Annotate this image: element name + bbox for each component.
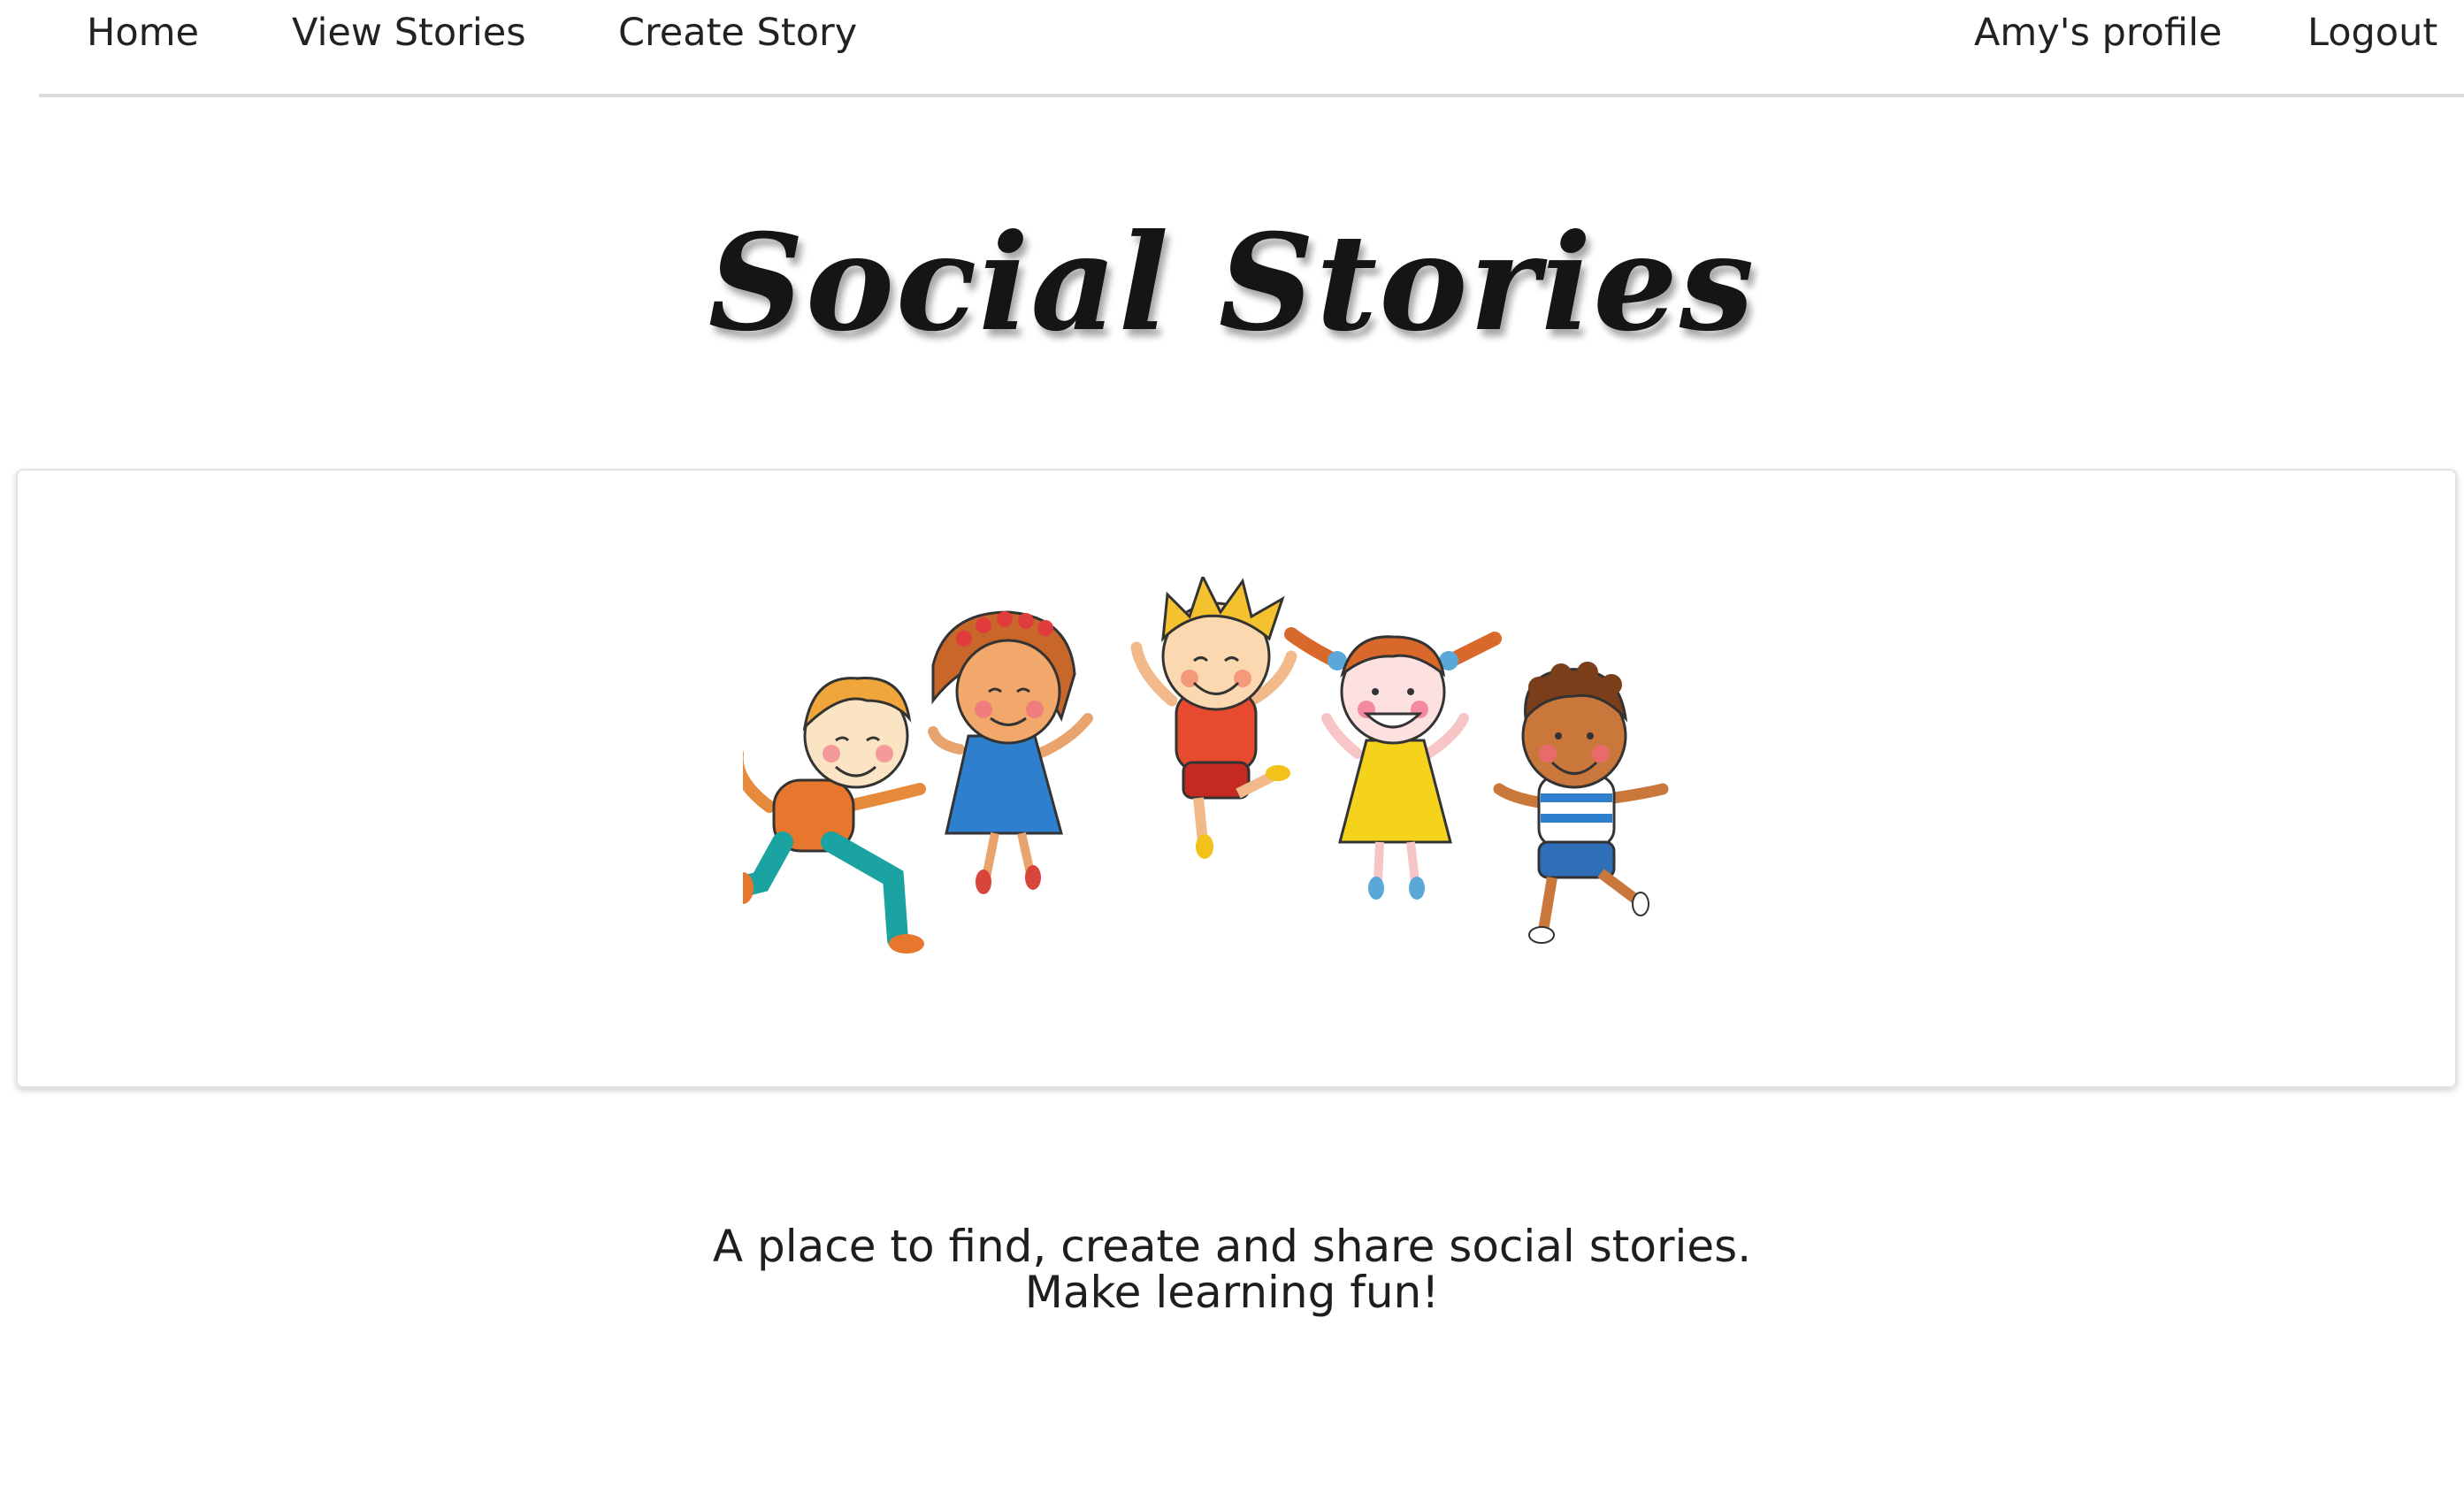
nav-logout-link[interactable]: Logout bbox=[2307, 11, 2437, 55]
kid-boy-red-shirt bbox=[1130, 577, 1297, 859]
nav-view-stories-link[interactable]: View Stories bbox=[292, 11, 526, 55]
kid-girl-blue-dress bbox=[928, 610, 1093, 894]
tagline-line-1: A place to find, create and share social… bbox=[712, 1221, 1752, 1272]
hero-image-card bbox=[16, 469, 2457, 1088]
page-title: Social Stories bbox=[708, 205, 1756, 361]
kid-girl-yellow-dress bbox=[1284, 627, 1502, 900]
kid-boy-striped-shirt bbox=[1493, 662, 1669, 944]
tagline-line-2: Make learning fun! bbox=[1024, 1267, 1440, 1318]
tagline: A place to find, create and share social… bbox=[0, 1223, 2464, 1315]
children-jumping-illustration bbox=[743, 577, 1669, 954]
kid-boy-orange-shirt bbox=[743, 677, 926, 954]
nav-create-story-link[interactable]: Create Story bbox=[618, 11, 857, 55]
nav-profile-link[interactable]: Amy's profile bbox=[1974, 11, 2222, 55]
top-navigation-bar: Home View Stories Create Story Amy's pro… bbox=[39, 0, 2464, 97]
nav-home-link[interactable]: Home bbox=[87, 11, 199, 55]
